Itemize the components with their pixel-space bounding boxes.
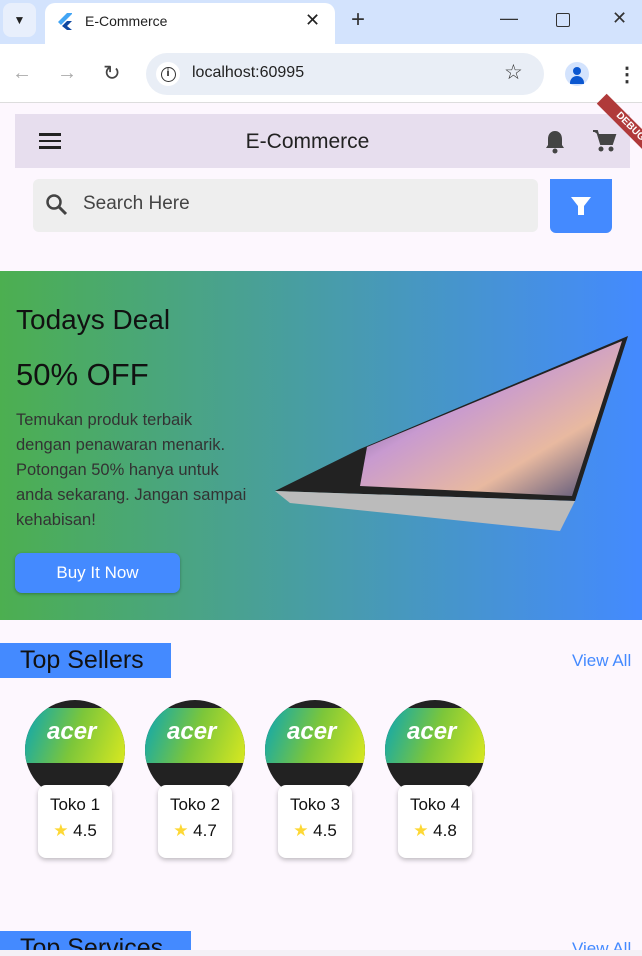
laptop-image [275,336,628,531]
forward-icon[interactable]: → [57,62,77,85]
top-services-heading: Top Services [0,931,191,950]
seller-rating: 4.8 [433,821,457,840]
seller-name: Toko 4 [409,795,461,814]
seller-item[interactable]: acer Toko 3 ★ 4.5 [265,700,365,858]
seller-item[interactable]: acer Toko 2 ★ 4.7 [145,700,245,858]
tab-title: E-Commerce [85,13,168,29]
seller-item[interactable]: acer Toko 4 ★ 4.8 [385,700,485,858]
star-icon: ★ [53,821,69,840]
seller-item[interactable]: acer Toko 1 ★ 4.5 [25,700,125,858]
deal-title: Todays Deal [16,304,171,335]
seller-rating: 4.7 [193,821,217,840]
new-tab-icon[interactable]: + [351,6,365,34]
star-icon: ★ [173,821,189,840]
top-sellers-view-all-link[interactable]: View All [572,651,631,671]
filter-icon [571,197,591,215]
seller-name: Toko 1 [49,795,101,814]
close-tab-icon[interactable]: ✕ [305,10,320,31]
top-services-section: Top Services View All [0,931,642,950]
search-input[interactable]: Search Here [33,179,538,232]
cart-icon[interactable] [591,128,617,154]
app-bar: E-Commerce [15,114,630,168]
filter-button[interactable] [550,179,612,233]
seller-name: Toko 2 [169,795,221,814]
top-sellers-heading: Top Sellers [0,643,171,678]
address-bar[interactable]: i localhost:60995 ☆ [146,53,544,95]
deal-description: Temukan produk terbaik dengan penawaran … [16,411,247,529]
app-title: E-Commerce [245,130,370,153]
seller-card: Toko 4 ★ 4.8 [398,785,472,858]
deal-discount: 50% OFF [16,357,149,392]
seller-card: Toko 3 ★ 4.5 [278,785,352,858]
search-icon [46,194,68,216]
chevron-down-icon: ▼ [13,13,26,27]
top-services-view-all-link[interactable]: View All [572,939,631,950]
back-icon[interactable]: ← [12,62,32,85]
search-placeholder: Search Here [83,193,190,214]
minimize-icon[interactable]: — [500,8,518,29]
url-text[interactable]: localhost:60995 [192,64,304,82]
info-icon[interactable]: i [160,66,176,82]
seller-name: Toko 3 [289,795,341,814]
close-window-icon[interactable]: ✕ [612,8,627,29]
browser-menu-icon[interactable]: ⋮ [617,62,637,87]
buy-it-now-button[interactable]: Buy It Now [15,553,180,593]
notification-bell-icon[interactable] [544,129,566,155]
seller-card: Toko 1 ★ 4.5 [38,785,112,858]
seller-rating: 4.5 [313,821,337,840]
reload-icon[interactable]: ↻ [103,61,121,86]
todays-deal-banner: Todays Deal 50% OFF Temukan produk terba… [0,271,642,620]
star-icon: ★ [413,821,429,840]
profile-avatar-icon[interactable] [565,62,589,86]
bookmark-star-icon[interactable]: ☆ [504,60,523,85]
browser-tab[interactable]: E-Commerce ✕ [45,3,335,44]
bottom-edge [0,950,642,956]
star-icon: ★ [293,821,309,840]
maximize-icon[interactable] [556,13,570,27]
seller-card: Toko 2 ★ 4.7 [158,785,232,858]
seller-rating: 4.5 [73,821,97,840]
tab-search-dropdown[interactable]: ▼ [3,3,36,37]
flutter-logo-icon [58,13,72,30]
